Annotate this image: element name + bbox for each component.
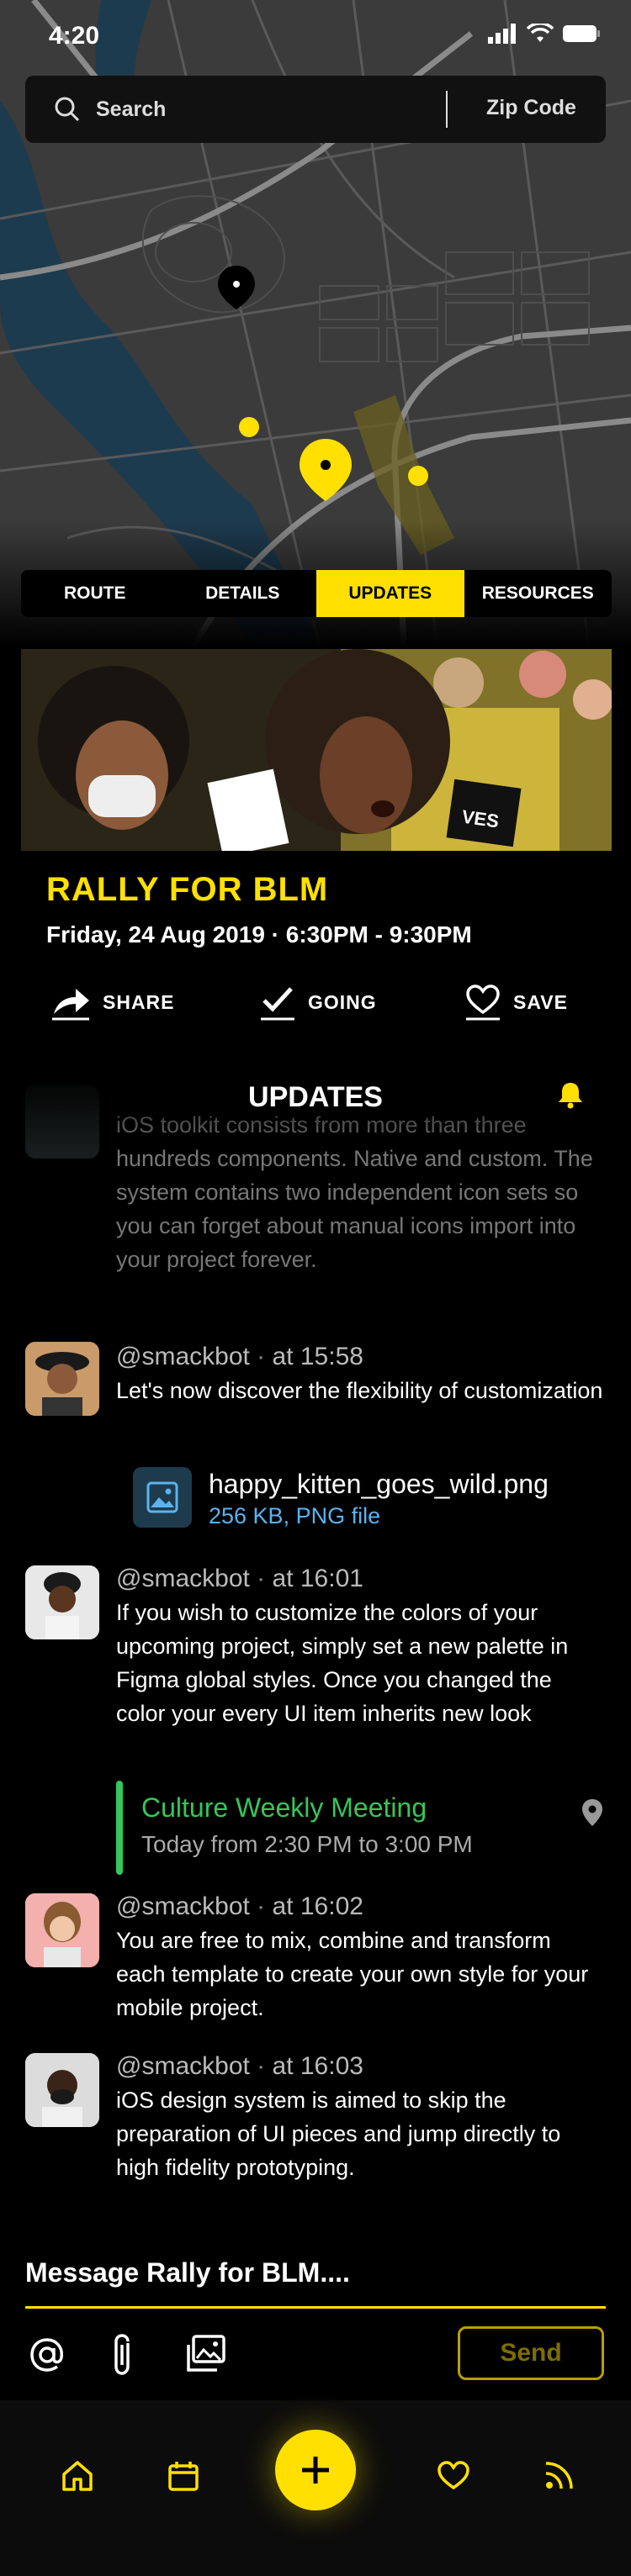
message-item: @smackbot · at 15:58 Let's now discover … [116,1340,604,1407]
share-label: SHARE [103,990,175,1013]
save-label: SAVE [513,990,568,1013]
going-button[interactable]: GOING [259,984,377,1021]
message-header: @smackbot · at 16:01 [116,1562,604,1596]
gallery-icon[interactable] [185,2335,227,2373]
search-bar: Search Zip Code [25,76,606,143]
separator: · [249,1343,273,1370]
event-title: RALLY FOR BLM [46,871,329,908]
updates-heading-overlay: UPDATES [248,1081,383,1113]
battery-icon [563,25,600,42]
calendar-event-time: Today from 2:30 PM to 3:00 PM [141,1831,473,1857]
calendar-icon[interactable] [167,2459,200,2493]
calendar-event-card[interactable]: Culture Weekly Meeting Today from 2:30 P… [116,1781,604,1875]
file-attachment[interactable]: happy_kitten_goes_wild.png 256 KB, PNG f… [133,1467,549,1531]
input-underline [25,2306,606,2309]
mention-icon[interactable] [29,2336,66,2373]
avatar[interactable] [25,1342,99,1416]
heart-nav-icon[interactable] [436,2459,471,2493]
location-pin-icon[interactable] [581,1797,604,1828]
plus-icon [302,2457,329,2484]
message-user[interactable]: @smackbot [116,1892,250,1920]
message-item: @smackbot · at 16:02 You are free to mix… [116,1890,604,2024]
rss-feed-icon[interactable] [542,2459,575,2493]
message-text: If you wish to customize the colors of y… [116,1600,569,1726]
send-button[interactable]: Send [458,2326,604,2380]
avatar[interactable] [25,1565,99,1639]
event-accent-bar [116,1781,123,1875]
tab-route[interactable]: ROUTE [21,570,169,617]
separator: · [249,2052,273,2080]
image-file-icon [133,1467,192,1528]
avatar[interactable] [25,2053,99,2127]
tab-details[interactable]: DETAILS [169,570,317,617]
status-bar: 4:20 [0,0,631,67]
save-button[interactable]: SAVE [464,984,568,1021]
share-icon [52,989,89,1021]
message-time: at 16:01 [272,1565,363,1592]
bottom-nav [0,2400,631,2576]
signal-icon [488,24,516,44]
message-time: at 16:02 [272,1892,363,1920]
event-datetime: Friday, 24 Aug 2019 · 6:30PM - 9:30PM [46,921,472,948]
home-icon[interactable] [61,2459,94,2493]
tab-bar: ROUTE DETAILS UPDATES RESOURCES [21,570,612,617]
message-user[interactable]: @smackbot [116,2052,250,2080]
message-header: @smackbot · at 16:03 [116,2050,604,2083]
message-item: @smackbot · at 16:01 If you wish to cust… [116,1562,604,1730]
file-meta: 256 KB, PNG file [209,1503,381,1528]
avatar-image [25,1565,99,1639]
message-user[interactable]: @smackbot [116,1565,250,1592]
event-actions: SHARE GOING SAVE [0,975,631,1026]
message-input[interactable]: Message Rally for BLM.... [25,2257,350,2288]
share-button[interactable]: SHARE [50,984,175,1021]
protest-photo-graphic: VES [21,649,612,851]
zip-code-input[interactable]: Zip Code [486,96,576,120]
avatar[interactable] [25,1893,99,1967]
message-user[interactable]: @smackbot [116,1343,250,1370]
message-time: at 16:03 [272,2052,363,2080]
going-label: GOING [308,990,377,1013]
avatar-image [25,1893,99,1967]
message-time: at 15:58 [272,1343,363,1370]
message-text: Let's now discover the flexibility of cu… [116,1378,603,1403]
avatar-image [25,1342,99,1416]
status-icons [488,24,601,44]
bell-icon-overlay [559,1083,582,1109]
message-item: @smackbot · at 16:03 iOS design system i… [116,2050,604,2184]
status-time: 4:20 [49,22,100,50]
search-input[interactable]: Search [96,98,432,122]
checkmark-icon [261,987,294,1021]
map-marker-dot[interactable] [408,466,428,486]
tab-resources[interactable]: RESOURCES [464,570,612,617]
search-icon [55,97,80,122]
map-marker-dot[interactable] [239,417,259,437]
heart-icon [466,984,500,1021]
tab-updates[interactable]: UPDATES [316,570,464,617]
calendar-event-name: Culture Weekly Meeting [141,1792,427,1823]
paperclip-icon[interactable] [111,2333,135,2377]
search-divider [446,91,448,128]
add-button[interactable] [275,2430,356,2510]
wifi-icon [527,24,554,42]
message-text: You are free to mix, combine and transfo… [116,1928,589,2020]
avatar-image [25,2053,99,2127]
message-header: @smackbot · at 15:58 [116,1340,604,1374]
message-composer: Message Rally for BLM.... Send [0,2232,631,2400]
separator: · [249,1565,273,1592]
message-header: @smackbot · at 16:02 [116,1890,604,1924]
event-photo: VES [21,649,612,851]
file-name: happy_kitten_goes_wild.png [209,1469,549,1499]
message-text: iOS design system is aimed to skip the p… [116,2088,561,2180]
separator: · [249,1892,273,1920]
